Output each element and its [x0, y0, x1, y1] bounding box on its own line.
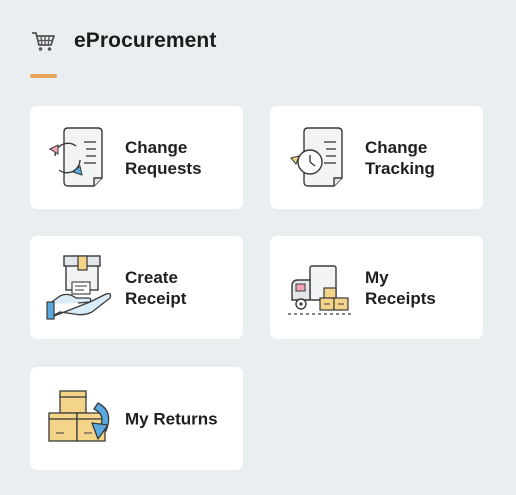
tile-my-returns[interactable]: My Returns [30, 367, 243, 470]
my-returns-icon [48, 390, 110, 442]
app-header: eProcurement [30, 28, 216, 54]
tile-label: Create Receipt [125, 267, 235, 309]
page-title: eProcurement [74, 29, 217, 52]
tile-label: Change Requests [125, 137, 235, 179]
tile-label-line1: Change [365, 137, 428, 157]
tile-label-line1: Change [125, 137, 188, 157]
tile-label-line2: Tracking [365, 158, 435, 178]
tile-label-line2: Receipts [365, 288, 436, 308]
tile-label-line2: Receipt [125, 288, 187, 308]
tile-label: Change Tracking [365, 137, 475, 179]
create-receipt-icon [46, 255, 112, 320]
tile-label-line1: My Returns [125, 409, 218, 428]
tile-label: My Returns [125, 408, 235, 429]
my-receipts-icon [288, 265, 354, 315]
change-tracking-icon [290, 127, 343, 187]
title-accent-bar [30, 74, 57, 78]
tile-my-receipts[interactable]: My Receipts [270, 236, 483, 339]
tile-label-line2: Requests [125, 158, 202, 178]
tile-label: My Receipts [365, 267, 475, 309]
shopping-cart-icon [32, 32, 55, 51]
change-requests-icon [48, 127, 103, 187]
tile-label-line1: My [365, 267, 389, 287]
tile-create-receipt[interactable]: Create Receipt [30, 236, 243, 339]
tile-label-line1: Create [125, 267, 178, 287]
tile-change-tracking[interactable]: Change Tracking [270, 106, 483, 209]
tile-change-requests[interactable]: Change Requests [30, 106, 243, 209]
